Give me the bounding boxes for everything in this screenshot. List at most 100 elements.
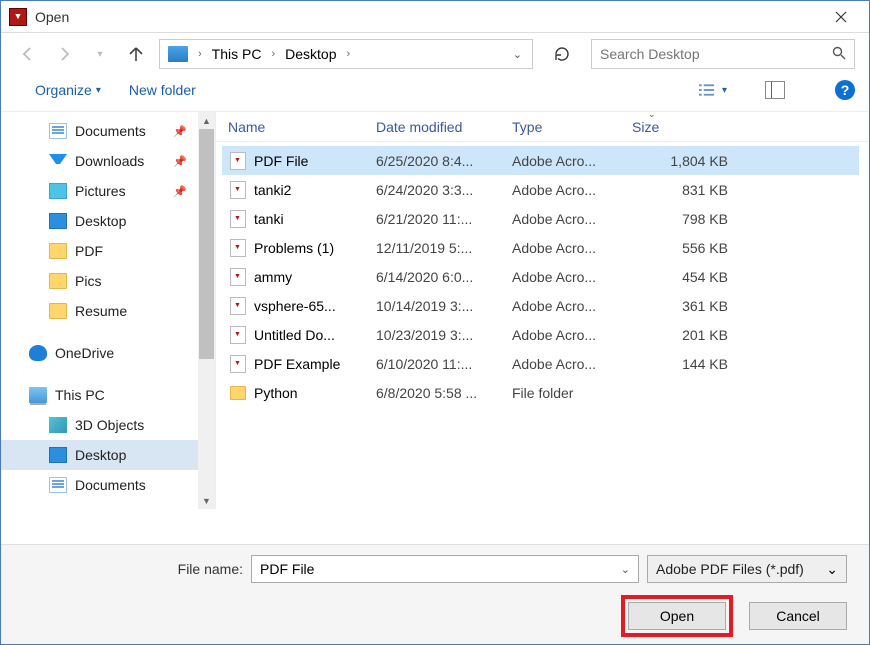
file-date: 6/8/2020 5:58 ...: [376, 385, 512, 401]
file-row[interactable]: Untitled Do...10/23/2019 3:...Adobe Acro…: [222, 320, 859, 349]
filename-combo[interactable]: PDF File ⌄: [251, 555, 639, 583]
down-icon: [49, 154, 67, 170]
file-type: Adobe Acro...: [512, 298, 632, 314]
breadcrumb-sep-icon[interactable]: ›: [343, 48, 355, 60]
column-header-size[interactable]: ⌄ Size: [632, 119, 752, 135]
file-row[interactable]: Problems (1)12/11/2019 5:...Adobe Acro..…: [222, 233, 859, 262]
scroll-thumb[interactable]: [199, 129, 214, 359]
breadcrumb-this-pc[interactable]: This PC: [208, 46, 266, 62]
breadcrumb-desktop[interactable]: Desktop: [281, 46, 340, 62]
file-date: 6/21/2020 11:...: [376, 211, 512, 227]
search-input[interactable]: [600, 46, 832, 62]
close-button[interactable]: [821, 1, 861, 33]
file-type: Adobe Acro...: [512, 182, 632, 198]
sidebar-item[interactable]: Resume: [1, 296, 215, 326]
file-date: 10/14/2019 3:...: [376, 298, 512, 314]
new-folder-button[interactable]: New folder: [129, 82, 196, 98]
dropdown-icon[interactable]: ⌄: [621, 563, 630, 576]
main-area: Documents📌Downloads📌Pictures📌DesktopPDFP…: [1, 111, 869, 509]
address-dropdown-icon[interactable]: ⌄: [507, 48, 528, 61]
file-date: 6/24/2020 3:3...: [376, 182, 512, 198]
organize-button[interactable]: Organize ▾: [35, 82, 101, 98]
pdf-icon: [228, 210, 248, 228]
sidebar-item[interactable]: Pictures📌: [1, 176, 215, 206]
column-header-type[interactable]: Type: [512, 119, 632, 135]
breadcrumb-sep-icon[interactable]: ›: [194, 48, 206, 60]
app-icon: [9, 8, 27, 26]
file-row[interactable]: ammy6/14/2020 6:0...Adobe Acro...454 KB: [222, 262, 859, 291]
preview-pane-button[interactable]: [765, 81, 785, 99]
pin-icon: 📌: [173, 125, 187, 138]
desk-icon: [49, 213, 67, 229]
file-name: PDF Example: [248, 356, 376, 372]
forward-button[interactable]: [51, 41, 77, 67]
sidebar-item[interactable]: PDF: [1, 236, 215, 266]
sidebar-item[interactable]: OneDrive: [1, 338, 215, 368]
toolbar: Organize ▾ New folder ▾ ?: [1, 75, 869, 111]
help-button[interactable]: ?: [835, 80, 855, 100]
sidebar-item[interactable]: Pics: [1, 266, 215, 296]
docs-icon: [49, 477, 67, 493]
sidebar-item[interactable]: This PC: [1, 380, 215, 410]
file-name: ammy: [248, 269, 376, 285]
folder-icon: [228, 386, 248, 400]
search-box[interactable]: [591, 39, 855, 69]
file-name: PDF File: [248, 153, 376, 169]
pdf-icon: [228, 181, 248, 199]
refresh-button[interactable]: [549, 41, 575, 67]
sidebar-item-label: OneDrive: [55, 345, 114, 361]
file-row[interactable]: tanki26/24/2020 3:3...Adobe Acro...831 K…: [222, 175, 859, 204]
bottom-panel: File name: PDF File ⌄ Adobe PDF Files (*…: [1, 544, 869, 644]
address-bar[interactable]: › This PC › Desktop › ⌄: [159, 39, 533, 69]
3d-icon: [49, 417, 67, 433]
back-button[interactable]: [15, 41, 41, 67]
file-type: File folder: [512, 385, 632, 401]
dropdown-icon[interactable]: ⌄: [826, 561, 838, 578]
filetype-filter[interactable]: Adobe PDF Files (*.pdf) ⌄: [647, 555, 847, 583]
sort-indicator-icon: ⌄: [648, 109, 656, 120]
folder-icon: [49, 243, 67, 259]
pdf-icon: [228, 268, 248, 286]
file-name: tanki: [248, 211, 376, 227]
cancel-button[interactable]: Cancel: [749, 602, 847, 630]
file-row[interactable]: PDF Example6/10/2020 11:...Adobe Acro...…: [222, 349, 859, 378]
sidebar-scrollbar[interactable]: ▲ ▼: [198, 112, 215, 509]
pics-icon: [49, 183, 67, 199]
search-icon[interactable]: [832, 46, 846, 63]
file-list: PDF File6/25/2020 8:4...Adobe Acro...1,8…: [216, 142, 869, 509]
file-date: 6/14/2020 6:0...: [376, 269, 512, 285]
sidebar-item[interactable]: 3D Objects: [1, 410, 215, 440]
sidebar-item[interactable]: Documents: [1, 470, 215, 500]
window-title: Open: [35, 9, 821, 25]
breadcrumb-sep-icon[interactable]: ›: [267, 48, 279, 60]
sidebar-item[interactable]: Documents📌: [1, 116, 215, 146]
view-options-button[interactable]: ▾: [699, 79, 727, 101]
file-row[interactable]: tanki6/21/2020 11:...Adobe Acro...798 KB: [222, 204, 859, 233]
scroll-up-icon[interactable]: ▲: [198, 112, 215, 129]
sidebar-item-label: Pictures: [75, 183, 126, 199]
sidebar-item[interactable]: Downloads📌: [1, 146, 215, 176]
file-size: 556 KB: [632, 240, 740, 256]
open-button[interactable]: Open: [628, 602, 726, 630]
recent-dropdown[interactable]: ▾: [87, 41, 113, 67]
sidebar-item-label: 3D Objects: [75, 417, 144, 433]
file-date: 6/25/2020 8:4...: [376, 153, 512, 169]
file-row[interactable]: PDF File6/25/2020 8:4...Adobe Acro...1,8…: [222, 146, 859, 175]
file-size: 831 KB: [632, 182, 740, 198]
up-button[interactable]: [123, 41, 149, 67]
file-type: Adobe Acro...: [512, 327, 632, 343]
sidebar: Documents📌Downloads📌Pictures📌DesktopPDFP…: [1, 112, 216, 509]
pc-icon: [168, 46, 188, 62]
sidebar-item[interactable]: Desktop: [1, 440, 215, 470]
pdf-icon: [228, 326, 248, 344]
column-header-name[interactable]: Name: [228, 119, 376, 135]
scroll-down-icon[interactable]: ▼: [198, 492, 215, 509]
nav-row: ▾ › This PC › Desktop › ⌄: [1, 33, 869, 75]
sidebar-item-label: Desktop: [75, 213, 126, 229]
file-row[interactable]: vsphere-65...10/14/2019 3:...Adobe Acro.…: [222, 291, 859, 320]
file-row[interactable]: Python6/8/2020 5:58 ...File folder: [222, 378, 859, 407]
dropdown-icon: ▾: [96, 85, 101, 96]
sidebar-item[interactable]: Desktop: [1, 206, 215, 236]
column-header-date[interactable]: Date modified: [376, 119, 512, 135]
file-name: Problems (1): [248, 240, 376, 256]
